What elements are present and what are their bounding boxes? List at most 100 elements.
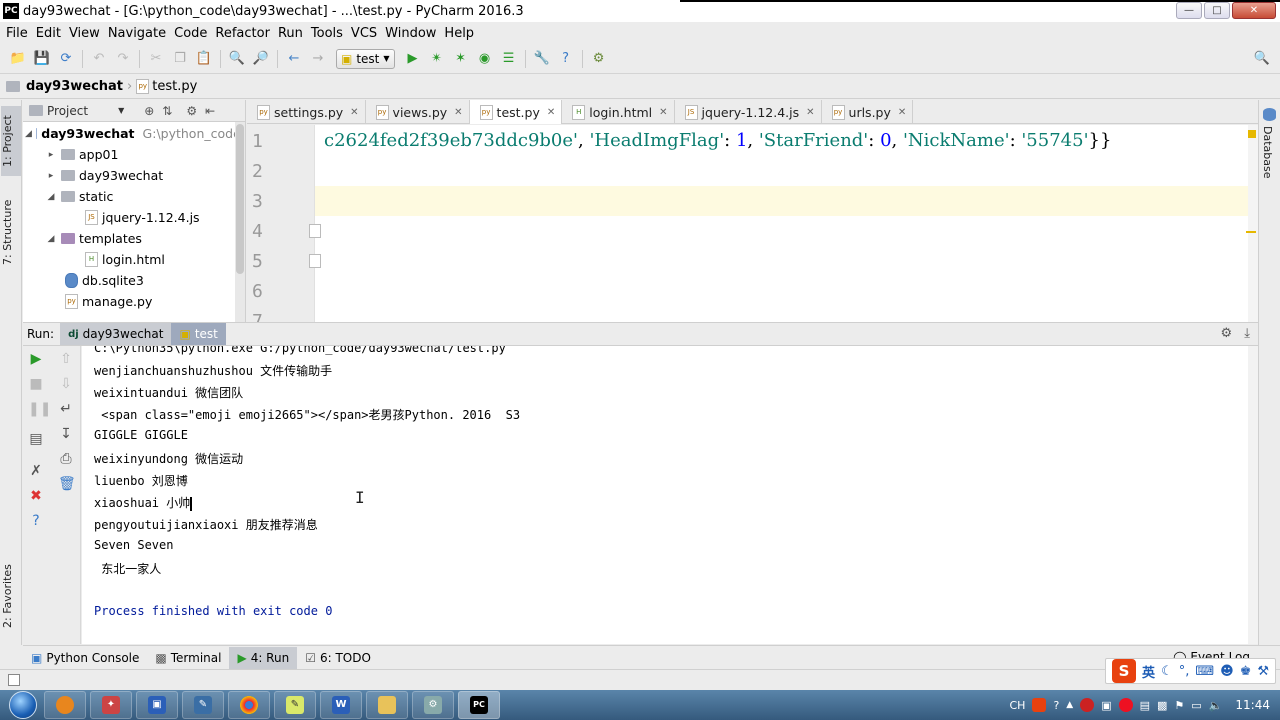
help-tray-icon[interactable]: ? [1053, 699, 1059, 712]
menu-run[interactable]: Run [274, 26, 307, 41]
menu-help[interactable]: Help [440, 26, 478, 41]
menu-tools[interactable]: Tools [307, 26, 347, 41]
network-tray-icon[interactable]: ▤ [1140, 699, 1150, 712]
breadcrumb-project[interactable]: day93wechat [26, 79, 123, 94]
tray-arrow-icon[interactable]: ▲ [1066, 700, 1073, 710]
run-tab-day93wechat[interactable]: dj day93wechat [60, 323, 172, 345]
menu-file[interactable]: File [2, 26, 32, 41]
open-folder-icon[interactable]: 📁 [10, 51, 26, 67]
plugin-icon[interactable]: ⚙ [591, 51, 607, 67]
console-scrollbar[interactable] [1248, 346, 1258, 644]
wrench-icon[interactable]: ⚒ [1257, 664, 1269, 679]
close-button[interactable]: ✕ [1232, 2, 1276, 19]
run-config-select[interactable]: ▣ test ▼ [336, 48, 395, 69]
gear-icon[interactable]: ⚙ [1220, 326, 1232, 341]
expand-arrow-icon[interactable]: ▸ [45, 150, 57, 160]
tree-item-manage[interactable]: py manage.py [23, 291, 245, 312]
back-icon[interactable]: ← [286, 51, 302, 67]
tab-todo[interactable]: ☑ 6: TODO [297, 647, 379, 669]
collapse-icon[interactable]: ⇅ [162, 104, 172, 118]
replace-icon[interactable]: 🔎 [253, 51, 269, 67]
keyboard-icon[interactable]: ⌨ [1195, 664, 1214, 679]
run-console[interactable]: C:\Python35\python.exe G:/python_code/da… [82, 346, 1248, 644]
record-tray-icon[interactable] [1118, 698, 1133, 712]
display-tray-icon[interactable]: ▩ [1157, 699, 1167, 712]
project-view-label[interactable]: Project [47, 104, 88, 118]
coverage-icon[interactable]: ✶ [453, 51, 469, 67]
pin-icon[interactable]: ✗ [28, 463, 44, 479]
close-icon[interactable]: ✕ [454, 107, 462, 118]
down-arrow-icon[interactable]: ⇩ [58, 376, 74, 392]
favorites-tool-tab[interactable]: 2: Favorites [1, 555, 21, 637]
tree-item-app01[interactable]: ▸ app01 [23, 144, 245, 165]
locate-icon[interactable]: ⊕ [144, 104, 154, 118]
tree-item-static[interactable]: ◢ static [23, 186, 245, 207]
cut-icon[interactable]: ✂ [148, 51, 164, 67]
tree-item-day93wechat[interactable]: ▸ day93wechat [23, 165, 245, 186]
menu-navigate[interactable]: Navigate [104, 26, 170, 41]
run-tab-test[interactable]: ▣ test [171, 323, 226, 345]
breadcrumb-file[interactable]: test.py [152, 79, 197, 94]
tab-views[interactable]: py views.py ✕ [366, 100, 470, 124]
clock[interactable]: 11:44 [1235, 698, 1270, 712]
redo-icon[interactable]: ↷ [115, 51, 131, 67]
scroll-to-end-icon[interactable]: ↧ [58, 426, 74, 442]
save-icon[interactable]: 💾 [34, 51, 50, 67]
forward-icon[interactable]: → [310, 51, 326, 67]
tree-item-templates[interactable]: ◢ templates [23, 228, 245, 249]
volume-tray-icon[interactable]: 🔈 [1209, 699, 1223, 712]
menu-vcs[interactable]: VCS [347, 26, 381, 41]
copy-icon[interactable]: ❐ [172, 51, 188, 67]
status-toggle-icon[interactable] [8, 674, 20, 686]
close-icon[interactable]: ✕ [806, 107, 814, 118]
expand-arrow-icon[interactable]: ◢ [45, 192, 57, 202]
tab-run[interactable]: ▶ 4: Run [229, 646, 298, 669]
tab-python-console[interactable]: ▣ Python Console [23, 647, 147, 669]
shirt-icon[interactable]: ♚ [1240, 664, 1252, 679]
minimize-button[interactable]: — [1176, 2, 1202, 19]
taskbar-app[interactable]: ▣ [136, 691, 178, 719]
up-arrow-icon[interactable]: ⇧ [58, 351, 74, 367]
sogou-tray-icon[interactable] [1032, 698, 1047, 712]
taskbar-app[interactable] [44, 691, 86, 719]
help-icon[interactable]: ? [558, 51, 574, 67]
tree-item-db[interactable]: db.sqlite3 [23, 270, 245, 291]
settings-icon[interactable]: 🔧 [533, 51, 549, 67]
ime-toolbar[interactable]: S 英 ☾ °, ⌨ ☻ ♚ ⚒ [1105, 658, 1276, 684]
menu-code[interactable]: Code [170, 26, 211, 41]
tab-urls[interactable]: py urls.py ✕ [822, 100, 914, 124]
flag-tray-icon[interactable]: ⚑ [1174, 699, 1184, 712]
structure-tool-tab[interactable]: 7: Structure [1, 192, 21, 272]
print-icon[interactable]: ⎙ [58, 451, 74, 467]
soft-wrap-icon[interactable]: ↵ [58, 401, 74, 417]
debug-icon[interactable]: ✴ [429, 51, 445, 67]
fold-marker-icon[interactable] [309, 224, 321, 238]
editor-scrollbar[interactable] [1246, 125, 1258, 322]
code-editor[interactable]: 1 2 3 4 5 6 7 c2624fed2f39eb73ddc9b0e', … [247, 125, 1258, 322]
close-icon[interactable]: ✕ [898, 107, 906, 118]
tree-item-root[interactable]: ◢ day93wechat G:\python_code\ [23, 123, 245, 144]
search-everywhere-icon[interactable]: 🔍 [1254, 51, 1270, 67]
menu-window[interactable]: Window [381, 26, 440, 41]
gear-icon[interactable]: ⚙ [186, 104, 197, 118]
warning-marker-icon[interactable] [1248, 130, 1256, 138]
moon-icon[interactable]: ☾ [1161, 664, 1173, 679]
ime-mode[interactable]: 英 [1142, 662, 1155, 681]
taskbar-app-pycharm[interactable]: PC [458, 691, 500, 719]
tab-login-html[interactable]: H login.html ✕ [562, 100, 675, 124]
tab-terminal[interactable]: ▩ Terminal [147, 647, 229, 669]
tab-test[interactable]: py test.py ✕ [469, 100, 563, 124]
hide-panel-icon[interactable]: ⤓ [1244, 326, 1250, 341]
clear-all-icon[interactable]: 🗑 [58, 476, 76, 492]
close-icon[interactable]: ✕ [350, 107, 358, 118]
taskbar-app[interactable]: ⚙ [412, 691, 454, 719]
antivirus-tray-icon[interactable] [1080, 698, 1095, 712]
start-button[interactable] [6, 690, 40, 720]
hide-icon[interactable]: ⇤ [205, 104, 215, 118]
user-icon[interactable]: ☻ [1220, 664, 1234, 679]
expand-arrow-icon[interactable]: ◢ [25, 129, 32, 139]
punctuation-icon[interactable]: °, [1179, 664, 1190, 679]
chevron-down-icon[interactable]: ▼ [118, 106, 124, 115]
paste-icon[interactable]: 📋 [196, 51, 212, 67]
run-icon[interactable]: ▶ [405, 51, 421, 67]
